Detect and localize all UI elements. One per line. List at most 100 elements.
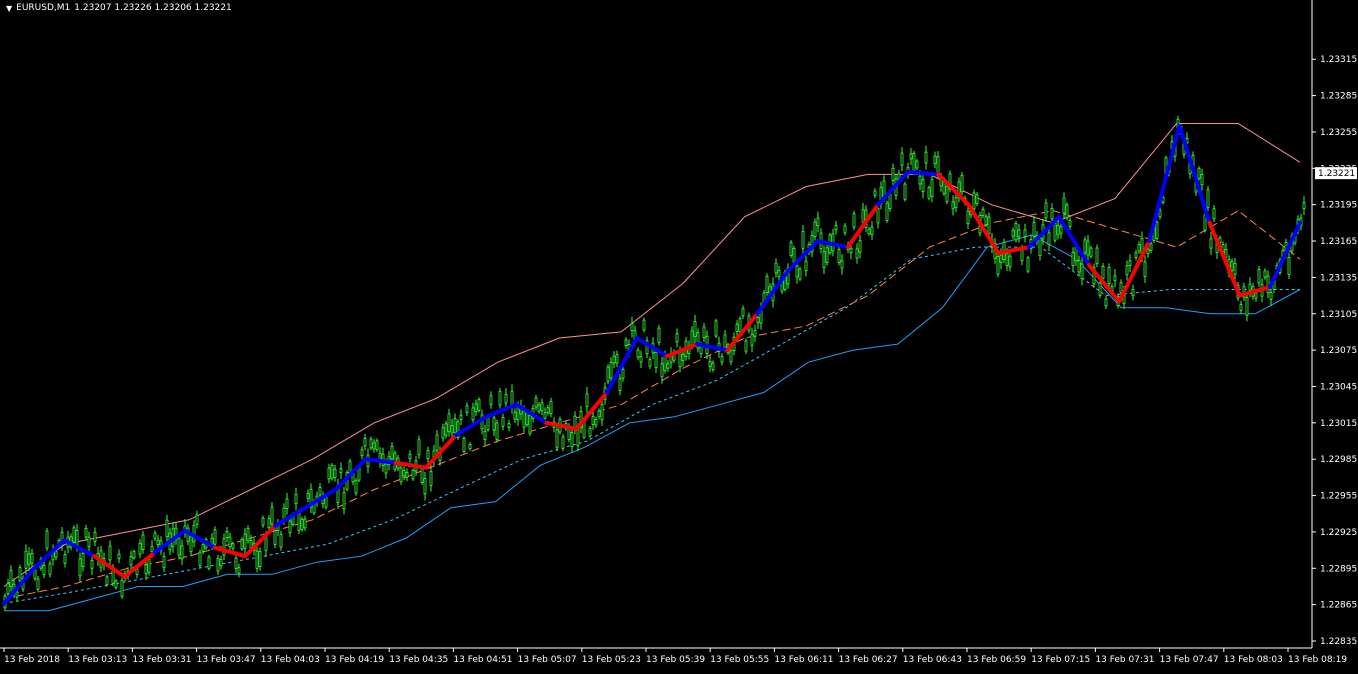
candle-body (63, 554, 67, 564)
candle-body (180, 545, 184, 560)
candle-body (1098, 282, 1102, 296)
y-tick-label: 1.22925 (1320, 528, 1357, 538)
candle-body (360, 449, 364, 456)
candle-body (930, 179, 934, 197)
candle-body (1104, 298, 1108, 307)
candle-body (372, 442, 376, 450)
candle-body (255, 550, 259, 569)
candle-body (1239, 304, 1243, 311)
symbol-label: EURUSD,M1 (16, 3, 71, 13)
candle-body (834, 225, 838, 231)
candle-body (954, 197, 958, 208)
candle-body (306, 493, 310, 499)
candle-body (1248, 283, 1252, 291)
candle-body (693, 321, 697, 337)
y-tick-label: 1.23255 (1320, 128, 1357, 138)
candle-body (45, 530, 49, 549)
candle-body (1020, 249, 1024, 261)
candle-body (1023, 229, 1027, 237)
candle-body (465, 405, 469, 413)
candle-body (1008, 255, 1012, 268)
candle-body (459, 414, 463, 420)
candle-body (426, 450, 430, 460)
candle-body (15, 591, 19, 598)
candle-body (144, 564, 148, 574)
candle-body (294, 493, 298, 505)
candle-body (858, 240, 862, 253)
candle-body (333, 468, 337, 478)
candle-body (1068, 220, 1072, 227)
candle-body (909, 153, 913, 160)
candle-body (1083, 239, 1087, 254)
candle-body (1158, 209, 1162, 218)
y-tick-label: 1.22835 (1320, 637, 1357, 647)
candle-body (240, 539, 244, 550)
candle-body (444, 423, 448, 436)
candle-body (369, 438, 373, 449)
y-tick-label: 1.23315 (1320, 55, 1357, 65)
candle-body (1230, 261, 1234, 271)
candle-body (540, 402, 544, 412)
x-tick-label: 13 Feb 03:13 (68, 655, 127, 665)
candle-body (216, 558, 220, 572)
chart-header[interactable]: ▼ EURUSD,M1 1.23207 1.23226 1.23206 1.23… (6, 3, 232, 13)
candle-body (1044, 202, 1048, 219)
candle-body (516, 407, 520, 421)
x-tick-label: 13 Feb 04:51 (453, 655, 512, 665)
candle-body (918, 175, 922, 185)
candle-body (279, 534, 283, 548)
dropdown-arrow-icon[interactable]: ▼ (6, 4, 12, 13)
candle-body (33, 569, 37, 579)
candle-body (504, 394, 508, 404)
y-tick-label: 1.23045 (1320, 382, 1357, 392)
candle-body (318, 487, 322, 496)
candle-body (798, 268, 802, 280)
candle-body (147, 558, 151, 573)
candle-body (594, 419, 598, 426)
candle-body (222, 538, 226, 556)
candle-body (138, 542, 142, 555)
candle-body (711, 362, 715, 370)
candle-body (870, 226, 874, 235)
candle-body (987, 216, 991, 234)
candle-body (213, 529, 217, 545)
candle-body (78, 558, 82, 577)
candle-body (18, 567, 22, 582)
candle-body (42, 565, 46, 575)
candle-body (861, 209, 865, 223)
candle-body (753, 330, 757, 337)
candle-body (1197, 167, 1201, 179)
candle-body (1212, 208, 1216, 219)
candle-body (642, 319, 646, 331)
x-tick-label: 13 Feb 07:47 (1160, 655, 1219, 665)
candle-body (108, 545, 112, 561)
candle-body (453, 418, 457, 434)
candle-body (522, 411, 526, 428)
candle-body (1026, 257, 1030, 272)
candle-body (195, 514, 199, 525)
candle-body (1050, 208, 1054, 220)
candle-body (555, 429, 559, 448)
candle-body (1047, 232, 1051, 245)
y-tick-label: 1.22895 (1320, 564, 1357, 574)
candle-body (891, 167, 895, 181)
candle-body (960, 174, 964, 193)
candle-body (507, 423, 511, 429)
candle-body (1254, 292, 1258, 299)
y-tick-label: 1.23285 (1320, 92, 1357, 102)
ohlc-readout: 1.23207 1.23226 1.23206 1.23221 (74, 3, 232, 13)
candle-body (678, 351, 682, 368)
candle-body (549, 401, 553, 415)
candle-body (162, 555, 166, 569)
chart[interactable]: 1.233151.232851.232551.232251.231951.231… (0, 0, 1358, 670)
candle-body (723, 334, 727, 348)
chart-svg[interactable]: 1.233151.232851.232551.232251.231951.231… (0, 0, 1358, 670)
candle-body (1269, 292, 1273, 300)
candle-body (303, 518, 307, 529)
candle-body (777, 270, 781, 277)
candle-body (801, 231, 805, 249)
candle-body (54, 550, 58, 558)
candle-body (843, 225, 847, 234)
candle-body (249, 540, 253, 549)
candle-body (399, 467, 403, 483)
